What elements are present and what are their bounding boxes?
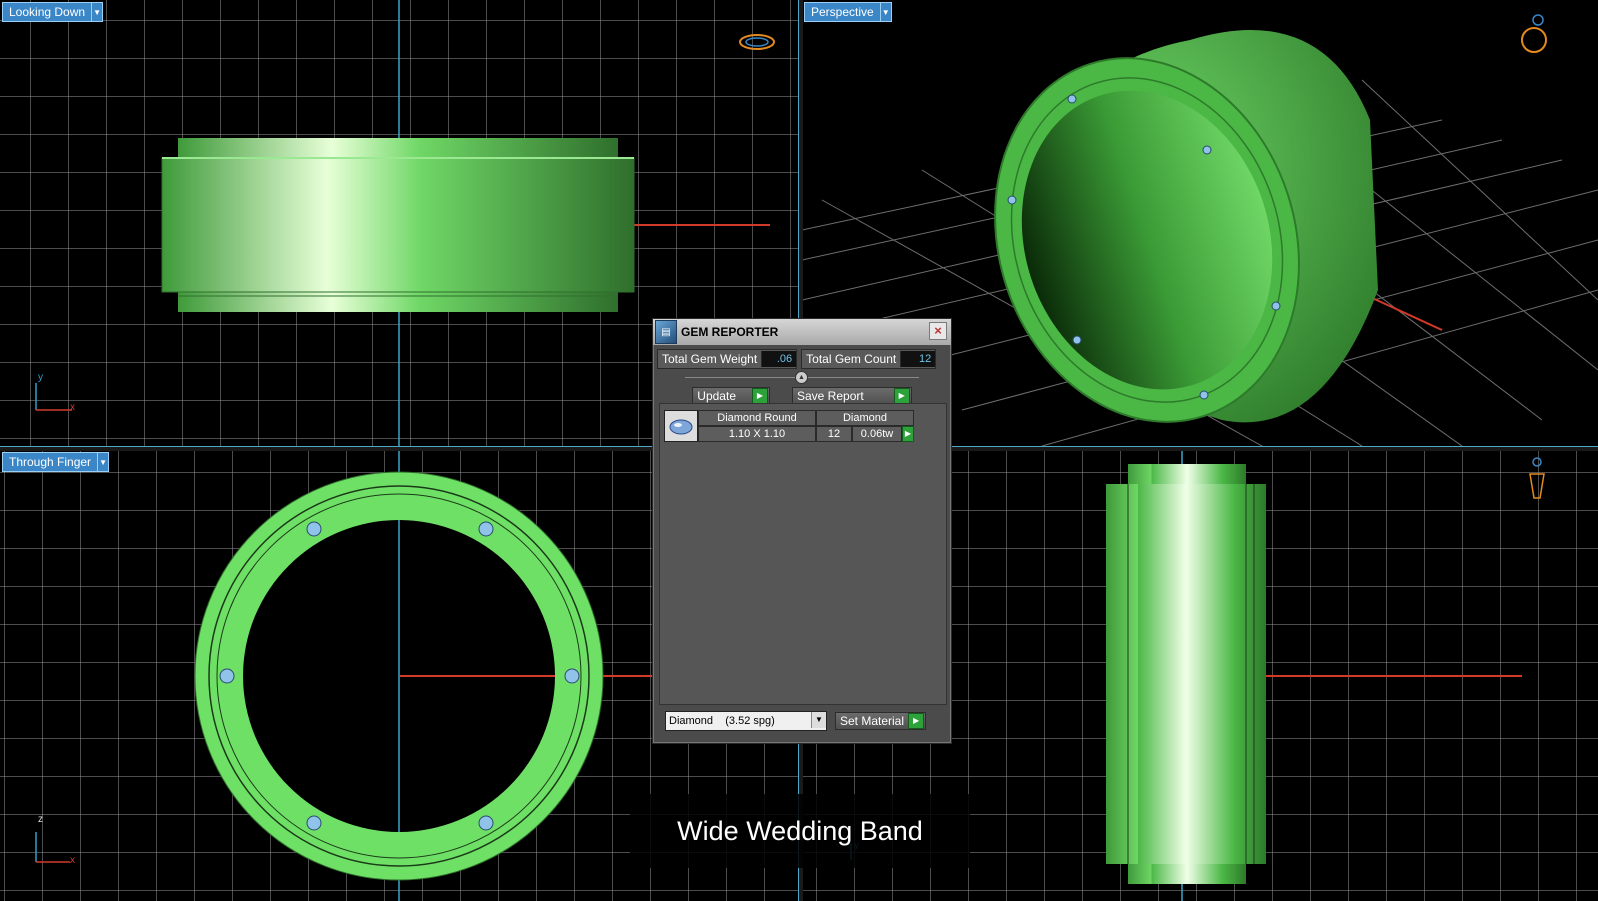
gem-reporter-dialog: ▤ GEM REPORTER × Total Gem Weight .06 To… — [652, 318, 952, 744]
total-gem-weight: Total Gem Weight .06 — [657, 349, 798, 369]
list-item[interactable]: Diamond Round Diamond 1.10 X 1.10 12 0.0… — [664, 410, 914, 442]
gem-name: Diamond Round — [698, 410, 816, 426]
dialog-title: GEM REPORTER — [681, 325, 779, 339]
play-icon: ▶ — [893, 388, 910, 404]
axis-label-y: y — [38, 372, 43, 383]
diamond-round-icon — [664, 410, 698, 442]
chevron-down-icon[interactable]: ▼ — [879, 3, 891, 21]
collapse-arrow-icon[interactable]: ▲ — [795, 371, 808, 384]
set-material-button[interactable]: Set Material ▶ — [835, 712, 927, 730]
axis-label-z: z — [38, 814, 43, 825]
material-select-value: Diamond (3.52 spg) — [669, 715, 775, 727]
play-icon: ▶ — [908, 713, 925, 729]
close-icon[interactable]: × — [929, 322, 947, 340]
total-gem-count-value: 12 — [900, 351, 936, 367]
set-material-button-label: Set Material — [840, 714, 905, 728]
gem-weight: 0.06tw — [852, 426, 902, 442]
viewport-label-text: Perspective — [811, 5, 874, 19]
chevron-down-icon[interactable]: ▼ — [91, 3, 102, 21]
gem-count: 12 — [816, 426, 852, 442]
material-select[interactable]: Diamond (3.52 spg) ▼ — [665, 711, 827, 731]
viewport-label-text: Through Finger — [9, 455, 92, 469]
panel-splitter[interactable]: ▲ — [653, 369, 951, 385]
total-gem-weight-label: Total Gem Weight — [662, 352, 758, 366]
ring-orientation-icon — [1521, 14, 1547, 53]
total-gem-count-label: Total Gem Count — [806, 352, 897, 366]
axis-label-x: x — [70, 402, 75, 413]
gem-material: Diamond — [816, 410, 914, 426]
viewport-label-perspective[interactable]: Perspective ▼ — [804, 2, 892, 22]
dialog-titlebar[interactable]: ▤ GEM REPORTER × — [653, 319, 951, 345]
viewport-label-looking-down[interactable]: Looking Down ▼ — [2, 2, 104, 22]
axis-label-x: x — [70, 855, 75, 866]
video-caption: Wide Wedding Band — [630, 794, 970, 868]
viewport-label-text: Looking Down — [9, 5, 86, 19]
play-icon: ▶ — [752, 388, 768, 404]
save-report-button-label: Save Report — [797, 389, 864, 403]
total-gem-weight-value: .06 — [761, 351, 797, 367]
view-orientation-icon — [739, 34, 775, 50]
update-button-label: Update — [697, 389, 736, 403]
chevron-down-icon[interactable]: ▼ — [811, 712, 826, 728]
viewport-label-through-finger[interactable]: Through Finger ▼ — [2, 452, 110, 472]
side-orientation-icon — [1529, 457, 1545, 499]
gem-list[interactable]: Diamond Round Diamond 1.10 X 1.10 12 0.0… — [659, 403, 947, 705]
gem-size: 1.10 X 1.10 — [698, 426, 816, 442]
gem-reporter-icon: ▤ — [655, 320, 677, 344]
total-gem-count: Total Gem Count 12 — [801, 349, 937, 369]
chevron-down-icon[interactable]: ▼ — [97, 453, 108, 471]
select-gem-arrow-icon[interactable]: ▶ — [902, 426, 914, 442]
